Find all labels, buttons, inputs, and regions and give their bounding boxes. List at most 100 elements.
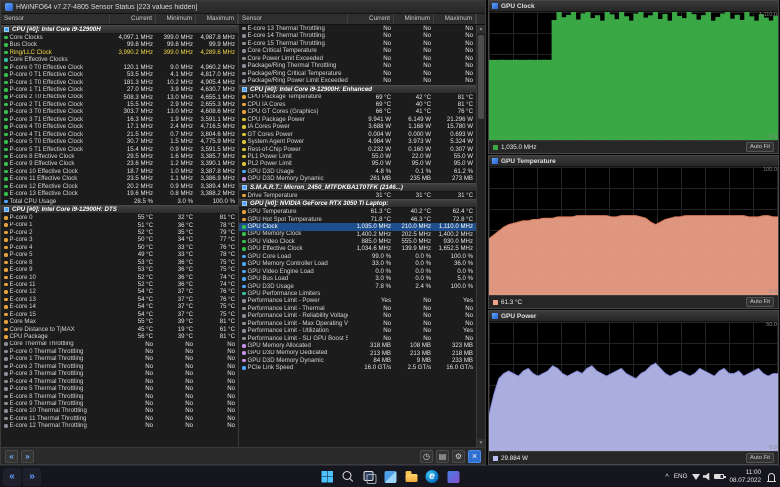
sensor-row[interactable]: E-core 13 Effective Clock 19.6 MHz 0.8 MHz… <box>1 190 238 197</box>
sensor-row[interactable]: E-core 12 Effective Clock 20.2 MHz 0.9 MHz… <box>1 183 238 190</box>
report-button[interactable]: ▤ <box>436 449 449 463</box>
col-minimum[interactable]: Minimum <box>394 14 435 24</box>
notification-bell-icon[interactable] <box>767 472 776 482</box>
sensor-row[interactable]: Drive Temperature 31 °C 31 °C 31 °C <box>239 192 476 199</box>
sensor-row[interactable]: P-core 2 T0 Effective Clock 508.3 MHz 13.0… <box>1 94 238 101</box>
sensor-row[interactable]: P-core 4 Thermal Throttling No No No <box>1 378 238 385</box>
sensor-row[interactable]: Total CPU Usage 28.5 % 3.0 % 100.0 % <box>1 198 238 205</box>
sensor-row[interactable]: P-core 2 52 °C 35 °C 79 °C <box>1 229 238 236</box>
taskbar-icon-hwinfo-main[interactable]: » <box>23 467 41 486</box>
sensor-row[interactable]: GPU Video Engine Load 0.0 % 0.0 % 0.0 % <box>239 268 476 275</box>
sensor-row[interactable]: GPU Performance Limiters <box>239 290 476 297</box>
sensor-row[interactable]: GPU Clock 1,035.0 MHz 210.0 MHz 1,110.0 MHz <box>239 223 476 231</box>
sensor-row[interactable]: GPU D3D Usage 4.8 % 0.1 % 61.2 % <box>239 168 476 175</box>
sensor-row[interactable]: Core Critical Temperature No No No <box>239 47 476 54</box>
log-next-button[interactable]: » <box>21 449 34 463</box>
sensor-row[interactable]: E-core 15 Thermal Throttling No No No <box>239 40 476 47</box>
sensor-row[interactable]: Performance Limit - Max Operating Voltag… <box>239 320 476 327</box>
sensor-row[interactable]: GPU Memory Controller Load 33.0 % 0.0 % 36.… <box>239 260 476 267</box>
sensor-row[interactable]: P-core 1 51 °C 36 °C 78 °C <box>1 222 238 229</box>
col-current[interactable]: Current <box>348 14 395 24</box>
sensor-row[interactable]: Performance Limit - Reliability Voltage N… <box>239 312 476 319</box>
settings-button[interactable]: ⚙ <box>452 449 465 463</box>
sensor-row[interactable]: PL2 Power Limit 95.0 W 95.0 W 95.0 W <box>239 160 476 167</box>
sensor-row[interactable]: Core Power Limit Exceeded No No No <box>239 55 476 62</box>
sensor-row[interactable]: P-core 0 Thermal Throttling No No No <box>1 348 238 355</box>
sensor-row[interactable]: E-core 9 53 °C 36 °C 75 °C <box>1 266 238 273</box>
sensor-row[interactable]: P-core 4 T0 Effective Clock 17.1 MHz 2.4 M… <box>1 123 238 130</box>
sensor-row[interactable]: Core Distance to TjMAX 45 °C 19 °C 61 °C <box>1 326 238 333</box>
scrollbar-thumb[interactable] <box>478 35 484 119</box>
col-minimum[interactable]: Minimum <box>156 14 197 24</box>
close-button[interactable]: × <box>468 449 481 463</box>
sensor-row[interactable]: Ring/LLC Clock 3,990.2 MHz 399.0 MHz 4,289.… <box>1 49 238 56</box>
sensor-row[interactable]: System Agent Power 4.984 W 3.973 W 5.324 W <box>239 138 476 145</box>
sensor-row[interactable]: E-core 10 52 °C 36 °C 74 °C <box>1 274 238 281</box>
sensor-row[interactable]: P-core 3 T0 Effective Clock 303.7 MHz 13.0… <box>1 108 238 115</box>
sensor-row[interactable]: E-core 12 Thermal Throttling No No No <box>1 422 238 429</box>
sensor-row[interactable]: E-core 13 54 °C 37 °C 76 °C <box>1 296 238 303</box>
quick-settings-cluster[interactable] <box>692 472 726 481</box>
sensor-row[interactable]: E-core 12 54 °C 37 °C 76 °C <box>1 288 238 295</box>
sensor-row[interactable]: Performance Limit - SLI GPU Boost Sync No… <box>239 335 476 342</box>
sensor-row[interactable]: P-core 2 Thermal Throttling No No No <box>1 363 238 370</box>
tray-overflow-chevron-icon[interactable]: ^ <box>665 472 669 481</box>
sensor-row[interactable]: P-core 3 50 °C 34 °C 77 °C <box>1 236 238 243</box>
sensor-row[interactable]: GPU Effective Clock 1,034.6 MHz 139.9 MHz 1… <box>239 245 476 252</box>
graph-titlebar[interactable]: GPU Temperature <box>489 156 778 167</box>
sensor-row[interactable]: E-core 9 Effective Clock 23.6 MHz 1.2 MHz 3… <box>1 160 238 167</box>
sensor-row[interactable]: GPU Bus Load 3.0 % 0.0 % 5.0 % <box>239 275 476 282</box>
taskbar-icon-hwinfo-sensors[interactable]: « <box>3 467 21 486</box>
sensor-row[interactable]: P-core 3 T1 Effective Clock 16.3 MHz 1.9 M… <box>1 116 238 123</box>
sensor-row[interactable]: Package/Ring Power Limit Exceeded No No No <box>239 77 476 84</box>
clock-button[interactable]: ◷ <box>420 449 433 463</box>
sensor-row[interactable]: P-core 1 Thermal Throttling No No No <box>1 355 238 362</box>
sensor-row[interactable]: P-core 0 T1 Effective Clock 53.5 MHz 4.1 M… <box>1 71 238 78</box>
scroll-down-icon[interactable]: ▼ <box>477 439 485 447</box>
sensor-row[interactable]: GPU Video Clock 885.0 MHz 555.0 MHz 930.0 M… <box>239 238 476 245</box>
taskbar-icon-task-view[interactable] <box>361 468 378 485</box>
col-sensor[interactable]: Sensor <box>1 14 111 24</box>
sensor-row[interactable]: P-core 5 Thermal Throttling No No No <box>1 385 238 392</box>
col-maximum[interactable]: Maximum <box>434 14 477 24</box>
sensor-row[interactable]: PL1 Power Limit 55.0 W 22.0 W 55.0 W <box>239 153 476 160</box>
taskbar-icon-edge[interactable] <box>424 468 441 485</box>
clock-date[interactable]: 11:00 08.07.2022 <box>729 469 761 485</box>
hwinfo-titlebar[interactable]: HWiNFO64 v7.27-4805 Sensor Status [223 v… <box>1 1 485 14</box>
vertical-scrollbar[interactable]: ▲ ▼ <box>477 25 485 447</box>
sensor-row[interactable]: P-core 5 T0 Effective Clock 30.7 MHz 1.5 M… <box>1 138 238 145</box>
sensor-row[interactable]: E-core 8 Effective Clock 29.5 MHz 1.6 MHz 3… <box>1 153 238 160</box>
sensor-row[interactable]: GPU Temperature 61.3 °C 40.2 °C 62.4 °C <box>239 208 476 215</box>
sensor-row[interactable]: E-core 8 53 °C 36 °C 75 °C <box>1 259 238 266</box>
taskbar-icon-start[interactable] <box>319 468 336 485</box>
col-sensor[interactable]: Sensor <box>239 14 349 24</box>
sensor-row[interactable]: Performance Limit - Power Yes No Yes <box>239 297 476 304</box>
sensor-row[interactable]: E-core 9 Thermal Throttling No No No <box>1 400 238 407</box>
sensor-row[interactable]: GT Cores Power 0.004 W 0.000 W 0.693 W <box>239 131 476 138</box>
log-prev-button[interactable]: « <box>5 449 18 463</box>
taskbar-icon-search[interactable] <box>340 468 357 485</box>
sensor-row[interactable]: Core Effective Clocks <box>1 56 238 63</box>
graph-autofit-button[interactable]: Auto Fit <box>746 453 774 463</box>
sensor-row[interactable]: Core Thermal Throttling No No No <box>1 341 238 348</box>
graph-titlebar[interactable]: GPU Clock <box>489 1 778 12</box>
sensor-row[interactable]: GPU Hot Spot Temperature 71.8 °C 46.3 °C 72… <box>239 216 476 223</box>
sensor-row[interactable]: Rest-of-Chip Power 0.232 W 0.160 W 0.307 W <box>239 146 476 153</box>
sensor-row[interactable]: GPU D3D Usage 7.8 % 2.4 % 100.0 % <box>239 283 476 290</box>
sensor-row[interactable]: CPU Package Temperature 69 °C 42 °C 81 °C <box>239 94 476 101</box>
graph-titlebar[interactable]: GPU Power <box>489 311 778 322</box>
sensor-row[interactable]: E-core 8 Thermal Throttling No No No <box>1 393 238 400</box>
sensor-row[interactable]: P-core 2 T1 Effective Clock 15.5 MHz 2.9 M… <box>1 101 238 108</box>
language-indicator[interactable]: ENG <box>674 473 688 480</box>
taskbar-icon-widgets[interactable] <box>382 468 399 485</box>
sensor-row[interactable]: E-core 11 Thermal Throttling No No No <box>1 415 238 422</box>
sensor-row[interactable]: IA Cores Power 3.688 W 1.168 W 15.780 W <box>239 123 476 130</box>
sensor-row[interactable]: E-core 10 Effective Clock 18.7 MHz 1.0 MHz… <box>1 168 238 175</box>
sensor-row[interactable]: P-core 4 T1 Effective Clock 21.5 MHz 0.7 M… <box>1 131 238 138</box>
sensor-row[interactable]: E-core 11 Effective Clock 23.5 MHz 1.1 MHz… <box>1 175 238 182</box>
taskbar-icon-explorer[interactable] <box>403 468 420 485</box>
sensor-row[interactable]: E-core 14 54 °C 37 °C 75 °C <box>1 303 238 310</box>
sensor-row[interactable]: E-core 11 52 °C 36 °C 74 °C <box>1 281 238 288</box>
sensor-row[interactable]: CPU GT Cores (Graphics) 66 °C 41 °C 76 °C <box>239 108 476 115</box>
sensor-row[interactable]: GPU Core Load 99.0 % 0.0 % 100.0 % <box>239 253 476 260</box>
